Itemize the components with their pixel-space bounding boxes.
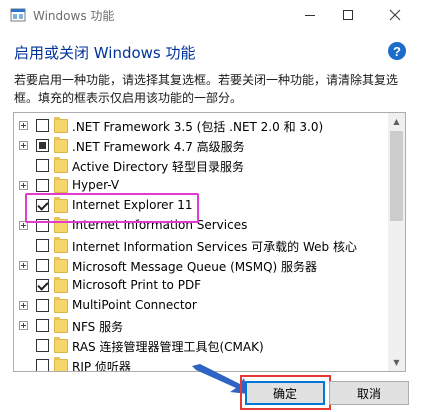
folder-icon — [54, 257, 68, 273]
feature-label: .NET Framework 4.7 高级服务 — [72, 140, 245, 154]
feature-row[interactable]: .NET Framework 3.5 (包括 .NET 2.0 和 3.0) — [14, 116, 388, 136]
feature-checkbox[interactable] — [36, 339, 49, 352]
folder-icon — [54, 317, 68, 333]
feature-label: .NET Framework 3.5 (包括 .NET 2.0 和 3.0) — [72, 120, 324, 134]
feature-row[interactable]: Internet Information Services 可承载的 Web 核… — [14, 236, 388, 256]
folder-icon — [54, 237, 68, 253]
folder-icon — [54, 177, 68, 193]
feature-label: Internet Information Services 可承载的 Web 核… — [72, 240, 357, 254]
feature-checkbox[interactable] — [36, 359, 49, 371]
feature-row[interactable]: MultiPoint Connector — [14, 296, 388, 316]
feature-checkbox[interactable] — [36, 299, 49, 312]
dialog-description: 若要启用一种功能，请选择其复选框。若要关闭一种功能，请清除其复选框。填充的框表示… — [14, 73, 399, 105]
feature-checkbox[interactable] — [36, 259, 49, 272]
scroll-thumb[interactable] — [390, 131, 403, 221]
maximize-icon — [343, 10, 353, 20]
close-icon — [389, 9, 401, 21]
scroll-up-arrow-icon[interactable]: ▲ — [388, 113, 405, 130]
expand-plus-icon[interactable] — [19, 321, 28, 330]
feature-label: Hyper-V — [72, 178, 120, 192]
folder-icon — [54, 137, 68, 153]
expand-plus-icon[interactable] — [19, 261, 28, 270]
ie11-highlight-annotation — [25, 193, 199, 223]
feature-checkbox[interactable] — [36, 159, 49, 172]
feature-row[interactable]: Active Directory 轻型目录服务 — [14, 156, 388, 176]
feature-checkbox[interactable] — [36, 279, 49, 292]
help-icon[interactable]: ? — [388, 42, 406, 60]
feature-tree[interactable]: .NET Framework 3.5 (包括 .NET 2.0 和 3.0) .N… — [13, 112, 406, 372]
expand-plus-icon[interactable] — [19, 301, 28, 310]
vertical-scrollbar[interactable]: ▲ ▼ — [388, 113, 405, 371]
feature-label: RAS 连接管理器管理工具包(CMAK) — [72, 340, 264, 354]
feature-row[interactable]: Microsoft Message Queue (MSMQ) 服务器 — [14, 256, 388, 276]
expand-plus-icon[interactable] — [19, 181, 28, 190]
minimize-icon — [305, 15, 315, 16]
feature-checkbox[interactable] — [36, 139, 49, 152]
maximize-button[interactable] — [325, 0, 371, 30]
feature-row[interactable]: .NET Framework 4.7 高级服务 — [14, 136, 388, 156]
feature-checkbox[interactable] — [36, 319, 49, 332]
feature-row[interactable]: Microsoft Print to PDF — [14, 276, 388, 296]
windows-features-icon — [10, 8, 26, 22]
feature-label: Microsoft Message Queue (MSMQ) 服务器 — [72, 260, 318, 274]
folder-icon — [54, 357, 68, 371]
expand-plus-icon[interactable] — [19, 121, 28, 130]
scroll-down-arrow-icon[interactable]: ▼ — [388, 354, 405, 371]
feature-label: MultiPoint Connector — [72, 298, 197, 312]
title-bar: Windows 功能 — [0, 0, 424, 30]
close-button[interactable] — [372, 0, 418, 30]
feature-checkbox[interactable] — [36, 239, 49, 252]
feature-row[interactable]: RAS 连接管理器管理工具包(CMAK) — [14, 336, 388, 356]
feature-checkbox[interactable] — [36, 179, 49, 192]
feature-checkbox[interactable] — [36, 119, 49, 132]
feature-label: NFS 服务 — [72, 320, 124, 334]
folder-icon — [54, 337, 68, 353]
folder-icon — [54, 117, 68, 133]
feature-label: RIP 侦听器 — [72, 360, 131, 372]
dialog-heading: 启用或关闭 Windows 功能 — [14, 44, 196, 62]
ok-button[interactable]: 确定 — [245, 381, 325, 405]
window-title: Windows 功能 — [33, 9, 115, 23]
feature-row[interactable]: NFS 服务 — [14, 316, 388, 336]
cancel-button[interactable]: 取消 — [329, 381, 409, 405]
feature-label: Microsoft Print to PDF — [72, 278, 202, 292]
expand-plus-icon[interactable] — [19, 141, 28, 150]
folder-icon — [54, 297, 68, 313]
folder-icon — [54, 277, 68, 293]
folder-icon — [54, 157, 68, 173]
feature-label: Active Directory 轻型目录服务 — [72, 160, 245, 174]
